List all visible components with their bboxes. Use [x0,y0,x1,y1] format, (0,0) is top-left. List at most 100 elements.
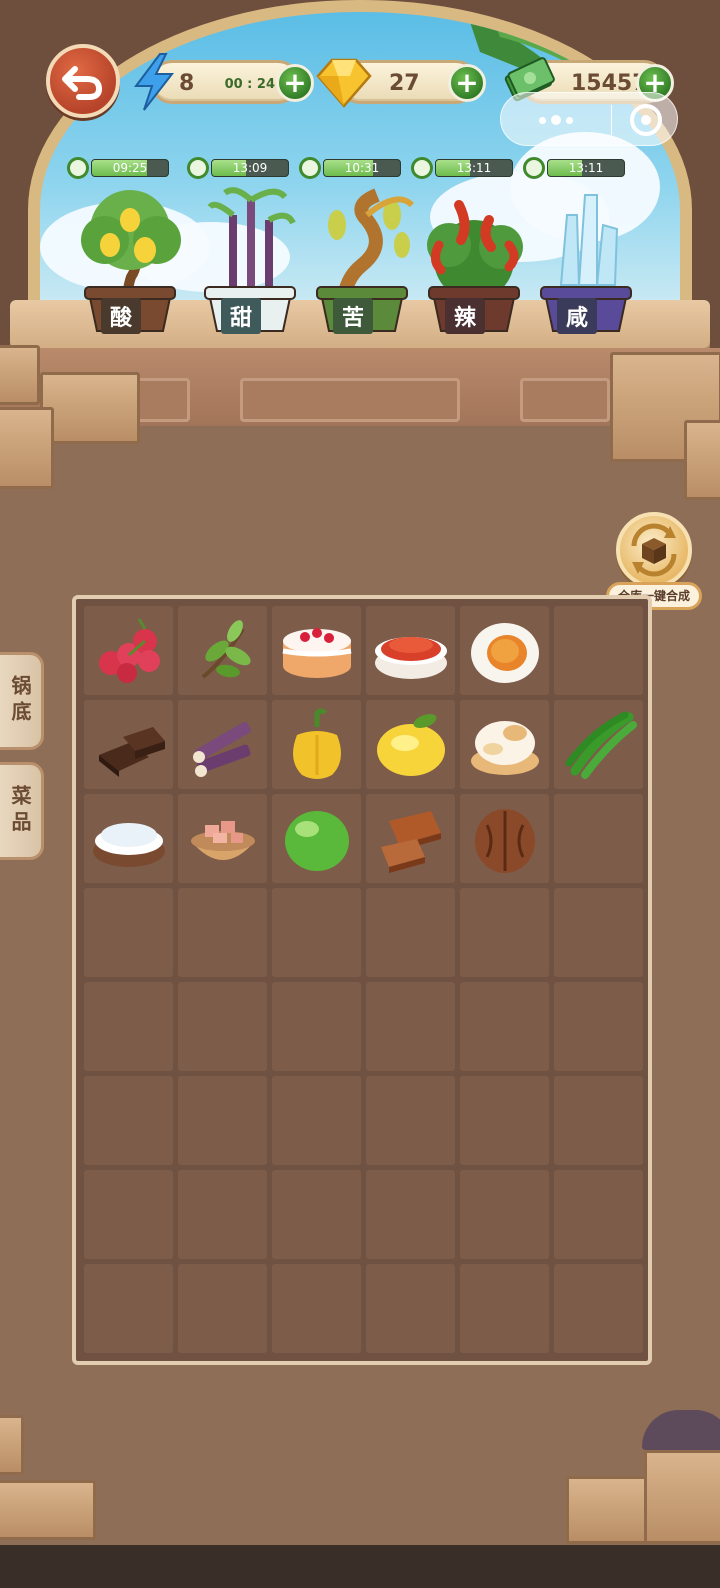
inventory-slot-walnut[interactable] [460,794,549,883]
inventory-slot-empty[interactable] [84,1076,173,1165]
inventory-slot-lychee[interactable] [84,606,173,695]
inventory-panel [72,595,652,1365]
more-dots-icon [539,115,573,125]
timer-progress-bar: 13:11 [435,159,513,177]
inventory-grid [84,606,643,1353]
back-arrow-icon [62,66,103,100]
energy-value: 8 [179,71,195,96]
inventory-slot-yellow-pepper[interactable] [272,700,361,789]
tea-leaves-icon [201,619,251,679]
inventory-slot-empty[interactable] [178,982,267,1071]
inventory-slot-empty[interactable] [272,1264,361,1353]
tab-dishes-label: 菜品 [8,785,32,837]
flavor-label: 酸 [101,298,141,334]
inventory-slot-empty[interactable] [366,888,455,977]
inventory-slot-empty[interactable] [178,1170,267,1259]
bottom-strip [0,1545,720,1588]
lightning-icon [134,53,175,111]
inventory-slot-empty[interactable] [554,794,643,883]
mini-program-capsule [500,92,678,146]
inventory-slot-empty[interactable] [366,1264,455,1353]
strawberry-cake-icon [282,627,351,678]
crate-bottom-right [566,1476,650,1544]
inventory-slot-empty[interactable] [554,982,643,1071]
inventory-slot-empty[interactable] [460,1264,549,1353]
inventory-slot-salt-bowl[interactable] [84,794,173,883]
inventory-slot-diced-meat-bowl[interactable] [178,794,267,883]
clock-icon [299,157,321,179]
more-menu-button[interactable] [501,93,611,147]
inventory-slot-chili-powder[interactable] [366,606,455,695]
inventory-slot-lime[interactable] [272,794,361,883]
warehouse-merge-button[interactable] [616,512,692,588]
clock-icon [67,157,89,179]
inventory-slot-empty[interactable] [272,1170,361,1259]
yellow-pepper-icon [292,708,341,779]
salt-bowl-icon [92,822,165,867]
back-button[interactable] [46,44,120,118]
gem-icon [316,58,372,108]
timer-progress-bar: 13:09 [211,159,289,177]
salted-egg-icon [470,622,539,683]
timer-progress-bar: 13:11 [547,159,625,177]
inventory-slot-empty[interactable] [272,1076,361,1165]
caramel-toffee-icon [380,810,441,873]
inventory-slot-empty[interactable] [554,1076,643,1165]
inventory-slot-empty[interactable] [178,1264,267,1353]
inventory-slot-empty[interactable] [84,888,173,977]
flavor-label: 甜 [221,298,261,334]
inventory-slot-empty[interactable] [272,982,361,1071]
add-gems-button[interactable]: + [448,64,486,102]
tab-pot-base[interactable]: 锅底 [0,652,44,750]
inventory-slot-empty[interactable] [178,888,267,977]
crate-left-2 [40,372,140,444]
inventory-slot-empty[interactable] [178,1076,267,1165]
energy-timer: 00 : 24 [224,77,275,92]
add-energy-button[interactable]: + [276,64,314,102]
inventory-slot-green-chili[interactable] [554,700,643,789]
gems-value: 27 [389,71,420,96]
inventory-slot-empty[interactable] [554,1170,643,1259]
lemon-icon [376,713,445,776]
inventory-slot-empty[interactable] [460,1076,549,1165]
inventory-slot-empty[interactable] [460,982,549,1071]
clock-icon [411,157,433,179]
inventory-slot-caramel-toffee[interactable] [366,794,455,883]
game-scene: 8 00 : 24 + 27 + 15457 + 09:25 酸 13:09 甜… [0,0,720,1588]
inventory-slot-lemon[interactable] [366,700,455,789]
tab-dishes[interactable]: 菜品 [0,762,44,860]
diced-meat-bowl-icon [190,820,255,860]
inventory-slot-tea-leaves[interactable] [178,606,267,695]
target-circle-icon [630,104,662,136]
inventory-slot-empty[interactable] [272,888,361,977]
green-chili-icon [565,711,637,779]
inventory-slot-empty[interactable] [366,1076,455,1165]
close-mini-program-button[interactable] [613,93,679,147]
dark-chocolate-icon [98,726,165,777]
inventory-slot-salted-egg[interactable] [460,606,549,695]
crate-right-2 [684,420,720,500]
inventory-slot-sugarcane-pieces[interactable] [178,700,267,789]
timer-label: 10:31 [344,161,380,175]
inventory-slot-empty[interactable] [84,1264,173,1353]
inventory-slot-dark-chocolate[interactable] [84,700,173,789]
inventory-slot-empty[interactable] [84,982,173,1071]
tab-pot-base-label: 锅底 [8,675,32,727]
inventory-slot-empty[interactable] [460,1170,549,1259]
inventory-slot-empty[interactable] [460,888,549,977]
inventory-slot-empty[interactable] [554,1264,643,1353]
flavor-label: 苦 [333,298,373,334]
inventory-slot-empty[interactable] [366,982,455,1071]
timer-label: 13:11 [456,161,492,175]
inventory-slot-empty[interactable] [84,1170,173,1259]
inventory-slot-strawberry-cake[interactable] [272,606,361,695]
timer-progress-bar: 09:25 [91,159,169,177]
inventory-slot-empty[interactable] [554,888,643,977]
lime-icon [284,810,349,871]
flavor-label: 咸 [557,298,597,334]
inventory-slot-empty[interactable] [554,606,643,695]
inventory-slot-cream-puff[interactable] [460,700,549,789]
box-cycle-icon [631,523,677,577]
sugarcane-pieces-icon [192,721,251,777]
inventory-slot-empty[interactable] [366,1170,455,1259]
